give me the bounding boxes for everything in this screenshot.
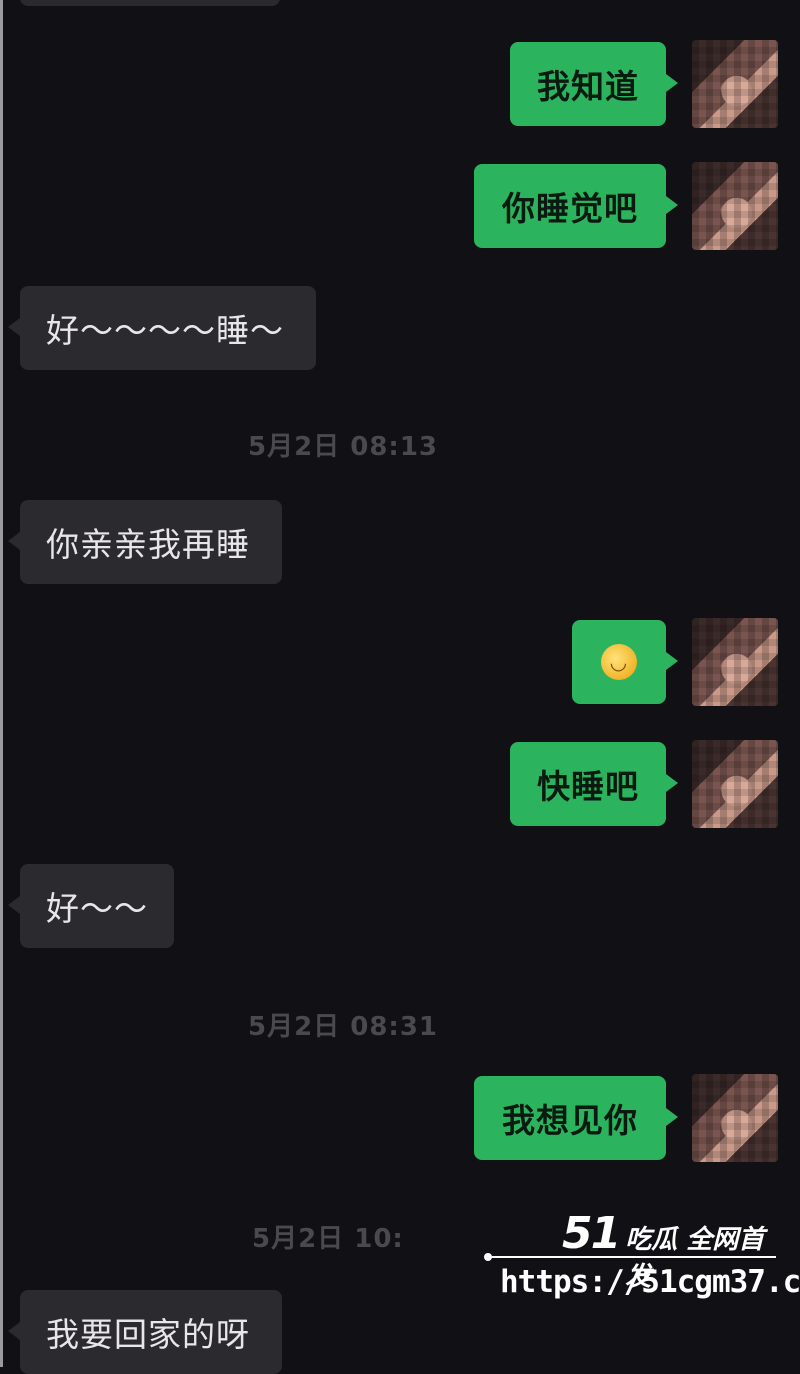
received-message-bubble[interactable]: 我要回家的呀 — [8, 1290, 282, 1374]
received-message-bubble[interactable]: 好～～～～睡～ — [8, 286, 316, 370]
message-text: 我想见你 — [502, 1101, 638, 1140]
my-avatar[interactable] — [692, 40, 778, 128]
message-text: 你睡觉吧 — [502, 189, 638, 228]
timestamp: 5月2日 08:31 — [248, 1012, 438, 1042]
received-message-bubble[interactable]: 好～～ — [8, 864, 174, 948]
message-text: 你亲亲我再睡 — [46, 525, 250, 564]
smiling-face-emoji-icon: ◡ — [601, 644, 637, 680]
message-text: 快睡吧 — [537, 767, 639, 806]
window-edge — [0, 0, 3, 1367]
my-avatar[interactable] — [692, 162, 778, 250]
message-text: 我知道 — [537, 67, 639, 106]
timestamp: 5月2日 08:13 — [248, 432, 438, 462]
my-avatar[interactable] — [692, 1074, 778, 1162]
message-text: 好～～ — [46, 889, 148, 928]
watermark-url: https://51cgm37.com — [500, 1264, 800, 1300]
message-text: 我要回家的呀 — [46, 1315, 250, 1354]
watermark: 51 吃瓜 全网首发 https://51cgm37.com — [484, 1208, 800, 1318]
sent-message-bubble[interactable]: 你睡觉吧 — [474, 164, 678, 248]
message-text: 好～～～～睡～ — [46, 311, 284, 350]
timestamp: 5月2日 10: — [252, 1224, 404, 1254]
sent-message-bubble[interactable]: 快睡吧 — [510, 742, 678, 826]
watermark-logo-number: 51 — [562, 1208, 621, 1259]
received-message-bubble[interactable]: 你亲亲我再睡 — [8, 500, 282, 584]
my-avatar[interactable] — [692, 740, 778, 828]
sent-message-bubble[interactable]: 我想见你 — [474, 1076, 678, 1160]
sent-emoji-bubble[interactable]: ◡ — [572, 620, 678, 704]
previous-message-bubble[interactable] — [20, 0, 280, 6]
watermark-divider — [484, 1253, 776, 1261]
my-avatar[interactable] — [692, 618, 778, 706]
sent-message-bubble[interactable]: 我知道 — [510, 42, 678, 126]
